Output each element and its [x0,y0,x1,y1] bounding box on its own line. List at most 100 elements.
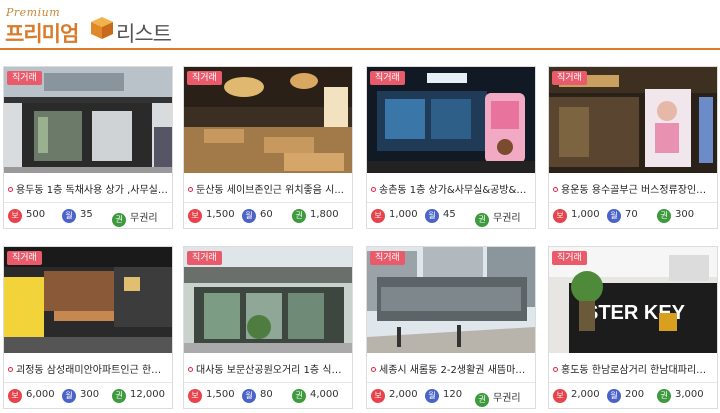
bullet-icon [8,187,13,192]
monthly-rent: 월 80 [242,389,273,403]
deposit: 보 6,000 [8,389,55,403]
key-money-icon: 권 [475,393,489,407]
key-money-icon: 권 [475,213,489,227]
listing-title[interactable]: 괴정동 삼성래미안아파트인근 한민... [8,361,168,376]
deposit: 보 2,000 [553,389,600,403]
deposit: 보 1,500 [188,389,235,403]
key-money: 권 무권리 [475,209,521,227]
listing-title[interactable]: 세종시 새롬동 2-2생활권 새뜸마을... [371,361,531,376]
direct-deal-badge: 직거래 [187,251,222,265]
box-icon [91,17,113,39]
divider [549,382,717,383]
listing-card[interactable]: 직거래 송촌동 1층 상가&사무실&공방&작... 보 1,000 월 45 권 무권… [366,66,536,229]
monthly-icon: 월 [242,389,256,403]
price-row: 보 6,000 월 300 권 12,000 [8,389,170,405]
bullet-icon [553,187,558,192]
monthly-icon: 월 [607,389,621,403]
monthly-rent: 월 35 [62,209,93,223]
key-money-icon: 권 [292,389,306,403]
bullet-icon [188,187,193,192]
deposit-icon: 보 [553,209,567,223]
monthly-icon: 월 [62,209,76,223]
deposit-icon: 보 [188,209,202,223]
price-row: 보 1,500 월 80 권 4,000 [188,389,350,405]
key-money: 권 무권리 [475,389,521,407]
listing-card[interactable]: STER KEY 직거래 홍도동 한남로삼거리 한남대파리바... 보 2,000… [548,246,718,409]
listing-title[interactable]: 대사동 보문산공원오거리 1층 식당... [188,361,348,376]
listing-card[interactable]: 직거래 세종시 새롬동 2-2생활권 새뜸마을... 보 2,000 월 120 권… [366,246,536,409]
listing-title[interactable]: 둔산동 세이브존인근 위치좋음 시... [188,181,348,196]
listing-card[interactable]: 직거래 괴정동 삼성래미안아파트인근 한민... 보 6,000 월 300 권 12… [3,246,173,409]
direct-deal-badge: 직거래 [370,71,405,85]
key-money: 권 300 [657,209,694,223]
header: Premium 프리미엄 리스트 [0,0,720,50]
monthly-icon: 월 [425,209,439,223]
listing-card[interactable]: 직거래 둔산동 세이브존인근 위치좋음 시... 보 1,500 월 60 권 1,8… [183,66,353,229]
direct-deal-badge: 직거래 [7,251,42,265]
monthly-icon: 월 [425,389,439,403]
monthly-rent: 월 300 [62,389,99,403]
listing-title[interactable]: 용운동 용수골부근 버스정류장인근... [553,181,713,196]
listing-card[interactable]: 직거래 용운동 용수골부근 버스정류장인근... 보 1,000 월 70 권 300 [548,66,718,229]
deposit-icon: 보 [371,209,385,223]
monthly-rent: 월 45 [425,209,456,223]
key-money-icon: 권 [112,213,126,227]
deposit-icon: 보 [8,389,22,403]
key-money: 권 무권리 [112,209,158,227]
listing-title[interactable]: 송촌동 1층 상가&사무실&공방&작... [371,181,531,196]
listing-title[interactable]: 용두동 1층 독채사용 상가 ,사무실 ... [8,181,168,196]
key-money: 권 4,000 [292,389,339,403]
monthly-icon: 월 [62,389,76,403]
divider [549,202,717,203]
direct-deal-badge: 직거래 [552,71,587,85]
monthly-rent: 월 70 [607,209,638,223]
key-money: 권 1,800 [292,209,339,223]
monthly-rent: 월 200 [607,389,644,403]
key-money-icon: 권 [292,209,306,223]
deposit: 보 1,000 [553,209,600,223]
deposit-icon: 보 [553,389,567,403]
deposit: 보 500 [8,209,45,223]
bullet-icon [553,367,558,372]
bullet-icon [188,367,193,372]
listing-card[interactable]: 직거래 대사동 보문산공원오거리 1층 식당... 보 1,500 월 80 권 4,… [183,246,353,409]
listing-title[interactable]: 홍도동 한남로삼거리 한남대파리바... [553,361,713,376]
direct-deal-badge: 직거래 [552,251,587,265]
logo-text-premium: 프리미엄 [5,22,79,46]
divider [4,382,172,383]
key-money-icon: 권 [657,389,671,403]
price-row: 보 2,000 월 120 권 무권리 [371,389,533,407]
deposit-icon: 보 [8,209,22,223]
price-row: 보 1,500 월 60 권 1,800 [188,209,350,225]
direct-deal-badge: 직거래 [7,71,42,85]
monthly-icon: 월 [242,209,256,223]
divider [4,202,172,203]
divider [184,382,352,383]
direct-deal-badge: 직거래 [187,71,222,85]
key-money: 권 12,000 [112,389,165,403]
bullet-icon [371,187,376,192]
bullet-icon [371,367,376,372]
key-money-icon: 권 [112,389,126,403]
divider [367,382,535,383]
listing-card[interactable]: 직거래 용두동 1층 독채사용 상가 ,사무실 ... 보 500 월 35 권 무권… [3,66,173,229]
divider [184,202,352,203]
divider [367,202,535,203]
direct-deal-badge: 직거래 [370,251,405,265]
deposit-icon: 보 [371,389,385,403]
deposit-icon: 보 [188,389,202,403]
price-row: 보 1,000 월 45 권 무권리 [371,209,533,227]
premium-list-logo[interactable]: Premium 프리미엄 리스트 [4,6,174,46]
key-money-icon: 권 [657,209,671,223]
logo-text-list: 리스트 [116,22,172,46]
bullet-icon [8,367,13,372]
key-money: 권 3,000 [657,389,704,403]
monthly-rent: 월 60 [242,209,273,223]
price-row: 보 1,000 월 70 권 300 [553,209,715,225]
header-divider [0,48,720,50]
monthly-icon: 월 [607,209,621,223]
price-row: 보 2,000 월 200 권 3,000 [553,389,715,405]
deposit: 보 1,500 [188,209,235,223]
price-row: 보 500 월 35 권 무권리 [8,209,170,227]
monthly-rent: 월 120 [425,389,462,403]
